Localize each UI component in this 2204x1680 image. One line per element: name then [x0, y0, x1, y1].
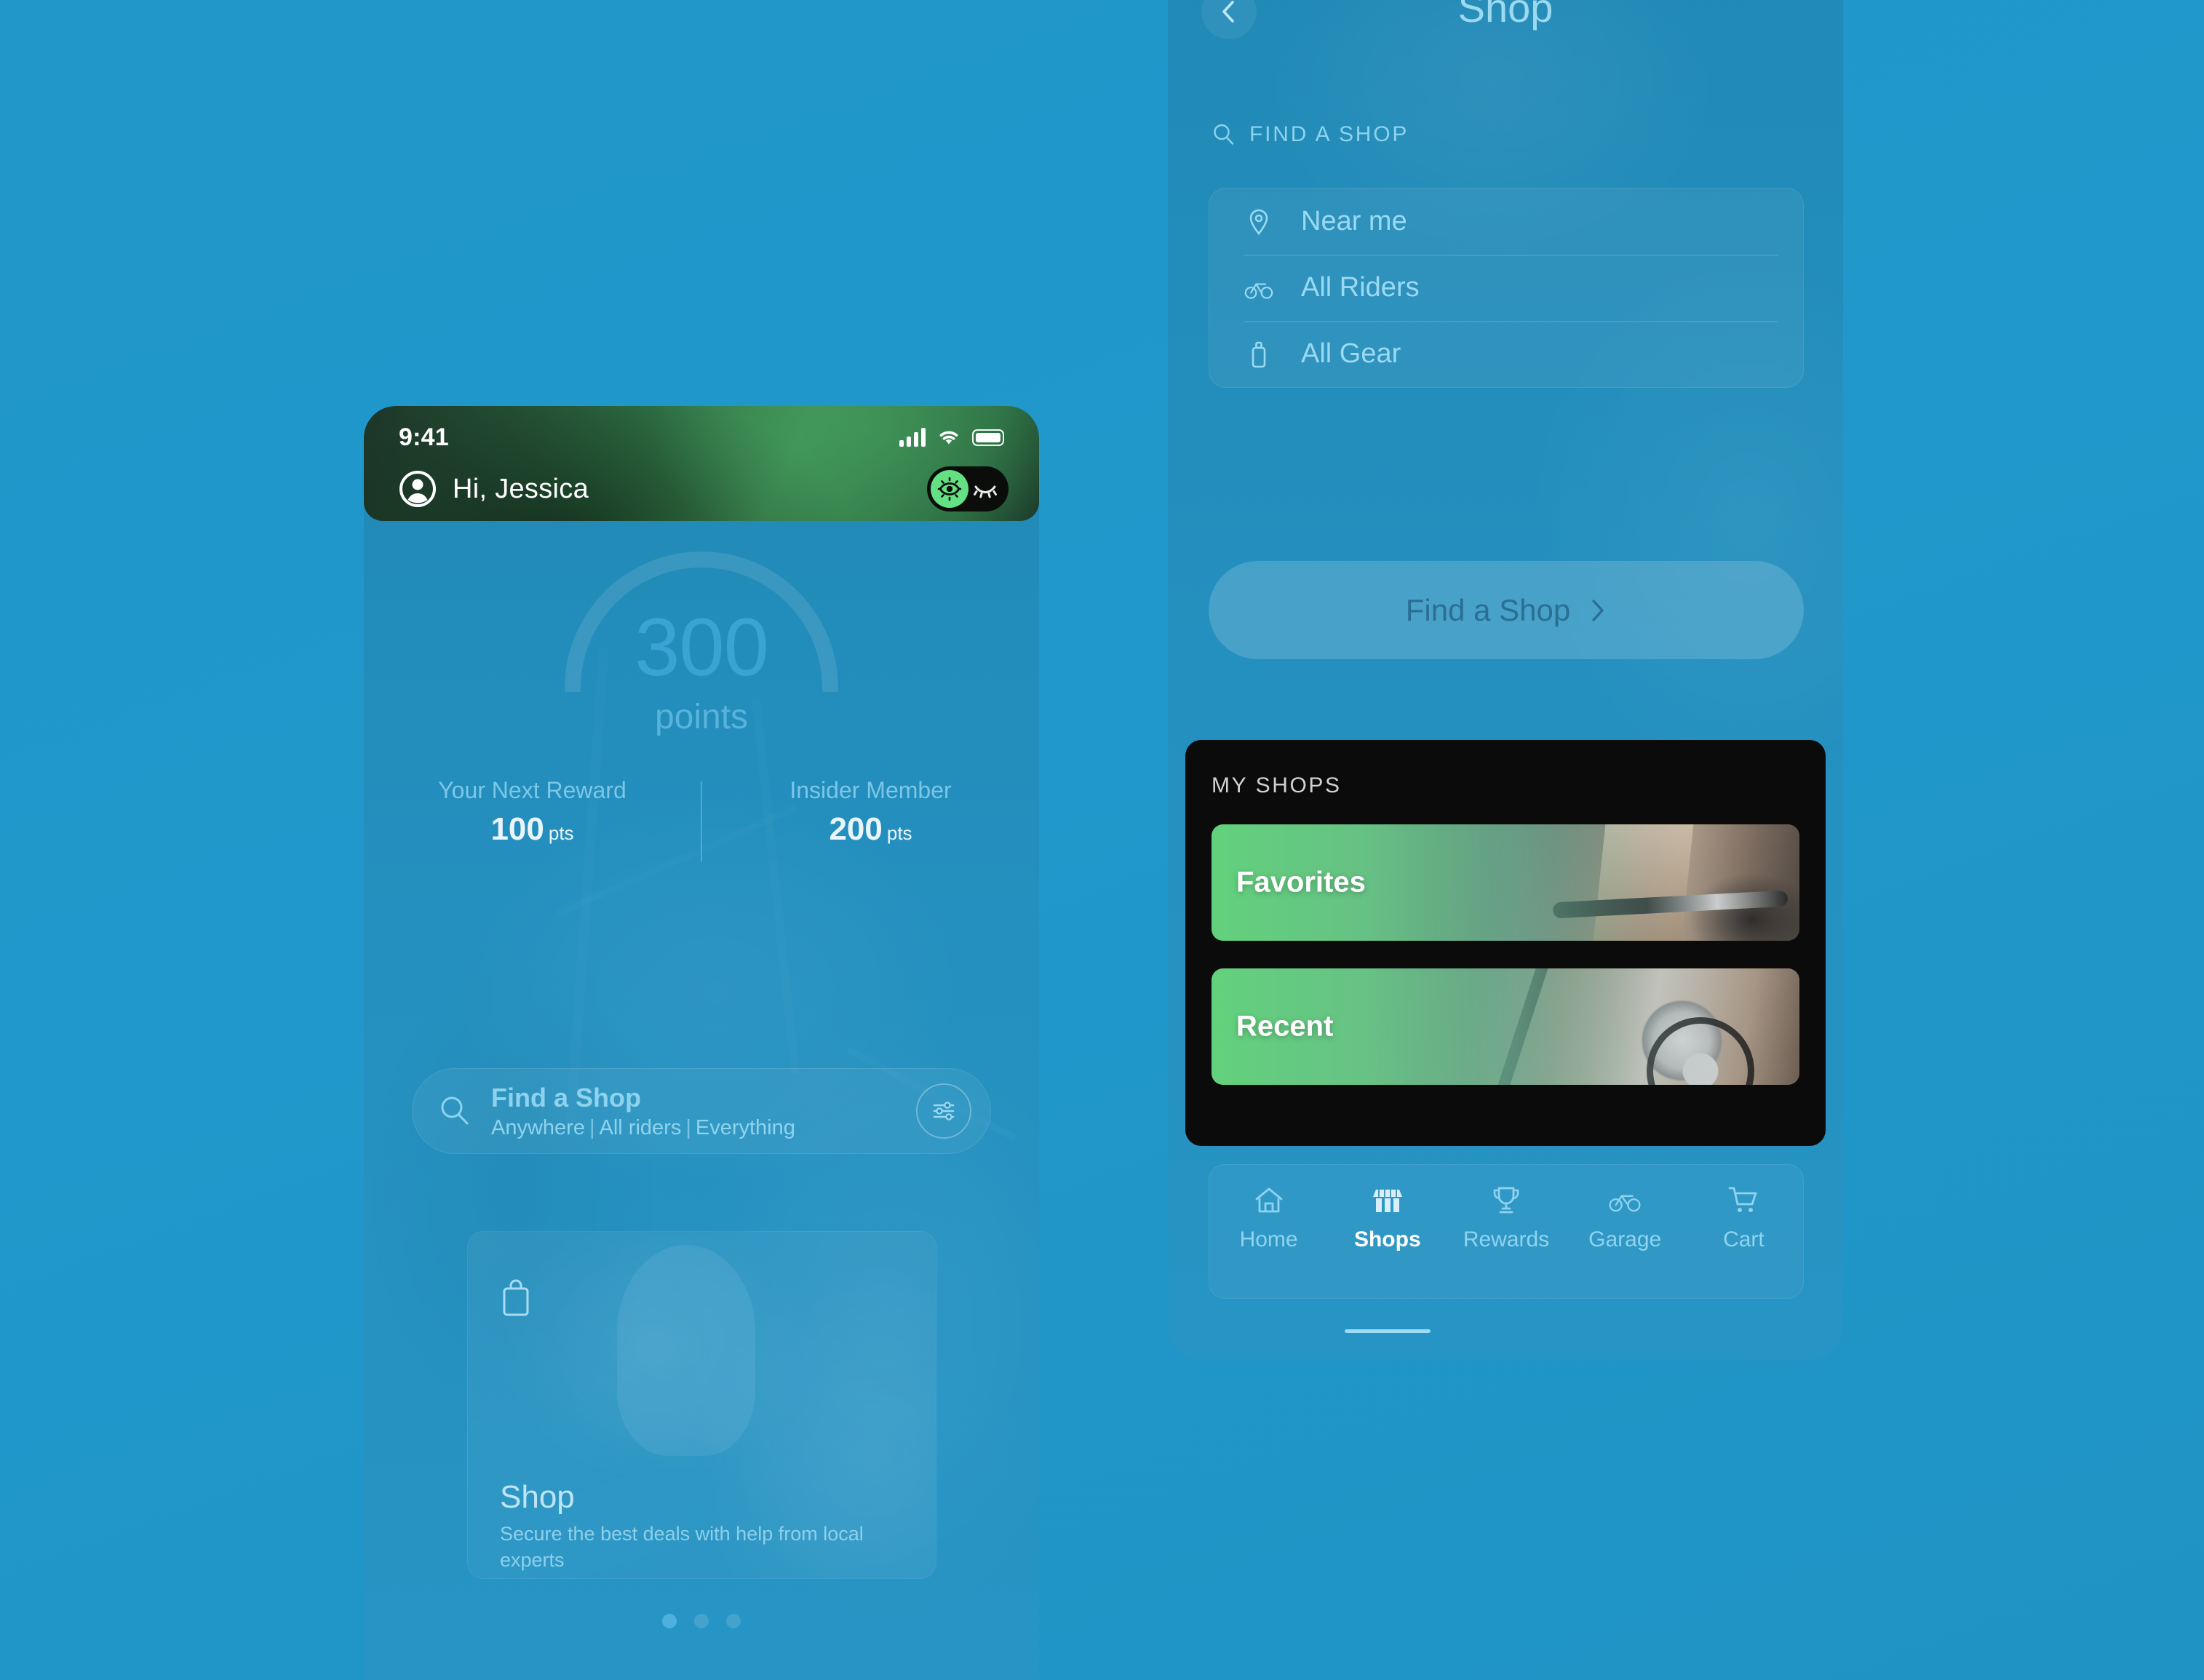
list-item-near-me[interactable]: Near me [1209, 188, 1803, 255]
shop-filter-list: Near me All Riders All Gear [1209, 188, 1804, 388]
my-shops-header: MY SHOPS [1212, 773, 1342, 797]
filter-all-riders: All riders [599, 1115, 682, 1139]
wifi-icon [939, 431, 958, 445]
list-item-label: Near me [1301, 206, 1407, 236]
page-title: Shop [1457, 0, 1553, 31]
tab-label: Shops [1353, 1227, 1421, 1251]
left-greeting-row: Hi, Jessica [364, 457, 1039, 521]
visibility-toggle[interactable] [927, 466, 1008, 511]
stat-unit: pts [548, 822, 574, 844]
gear-bottle-icon [1252, 341, 1266, 367]
battery-icon [972, 429, 1004, 446]
tab-label: Rewards [1463, 1227, 1550, 1251]
stat-unit: pts [886, 822, 912, 844]
bicycle-icon [1609, 1195, 1641, 1212]
shop-card-subtitle: Secure the best deals with help from loc… [500, 1523, 864, 1571]
stat-number: 100 [490, 811, 544, 847]
left-header-bar: 9:41 Hi, Jessica [364, 406, 1039, 521]
my-shops-tile-recent[interactable]: Recent [1212, 968, 1799, 1085]
search-texts: Find a Shop Anywhere | All riders | Everythi… [491, 1083, 795, 1140]
list-item-all-riders[interactable]: All Riders [1209, 255, 1803, 321]
status-bar-icons [899, 428, 1004, 447]
tab-rewards[interactable]: Rewards [1447, 1184, 1565, 1298]
phone-right-shop-screen: Shop FIND A SHOP Near me All Riders All … [1168, 0, 1843, 1361]
avatar-icon[interactable] [399, 470, 437, 508]
storefront-icon [1372, 1190, 1402, 1212]
bicycle-icon [1244, 282, 1273, 299]
favorites-tile-label: Favorites [1236, 866, 1366, 899]
signal-bars-icon [899, 428, 926, 447]
shop-promo-card[interactable]: Shop Secure the best deals with help fro… [467, 1231, 936, 1579]
filter-sep: | [685, 1115, 691, 1139]
find-a-shop-button-label: Find a Shop [1405, 592, 1571, 627]
tab-label: Garage [1588, 1227, 1662, 1251]
pagination-dot-2[interactable] [694, 1614, 709, 1628]
stat-value: 100 pts [490, 811, 573, 848]
shopping-bag-icon [503, 1279, 529, 1316]
stat-number: 200 [829, 811, 883, 847]
status-bar-clock: 9:41 [399, 423, 449, 451]
tab-shops[interactable]: Shops [1328, 1184, 1447, 1298]
stat-insider-member: Insider Member 200 pts [702, 777, 1039, 879]
list-item-label: All Gear [1301, 338, 1401, 369]
shop-card-blob-art [617, 1245, 755, 1456]
list-item-label: All Riders [1301, 272, 1420, 303]
carousel-pagination[interactable] [364, 1614, 1039, 1628]
shopping-cart-icon [1729, 1187, 1757, 1212]
bottom-tab-bar: Home Shops Rewards Garage Cart [1209, 1164, 1804, 1299]
find-a-shop-button[interactable]: Find a Shop [1209, 561, 1804, 659]
home-icon [1255, 1187, 1282, 1213]
find-a-shop-search-bar[interactable]: Find a Shop Anywhere | All riders | Everythi… [412, 1068, 991, 1154]
recent-tile-label: Recent [1236, 1010, 1334, 1043]
chevron-right-icon [1592, 599, 1604, 621]
stat-value: 200 pts [829, 811, 912, 848]
my-shops-tile-favorites[interactable]: Favorites [1212, 824, 1799, 941]
pagination-dot-1[interactable] [662, 1614, 677, 1628]
stat-title: Insider Member [789, 777, 952, 803]
points-stats-row: Your Next Reward 100 pts Insider Member 2… [364, 777, 1039, 879]
filter-sep: | [589, 1115, 595, 1139]
search-filters: Anywhere | All riders | Everything [491, 1116, 795, 1140]
my-shops-panel: MY SHOPS Favorites Recent [1185, 740, 1826, 1146]
find-a-shop-label-text: FIND A SHOP [1249, 122, 1409, 146]
trophy-icon [1493, 1187, 1519, 1214]
tab-label: Home [1239, 1227, 1298, 1251]
tab-label: Cart [1723, 1227, 1765, 1251]
location-pin-icon [1249, 209, 1268, 235]
sliders-icon [933, 1102, 955, 1120]
tab-garage[interactable]: Garage [1566, 1184, 1684, 1298]
filter-anywhere: Anywhere [491, 1115, 585, 1139]
eye-closed-icon[interactable] [973, 477, 998, 501]
points-gauge: 300 points [364, 543, 1039, 790]
toggle-knob[interactable] [931, 470, 968, 508]
filter-everything: Everything [695, 1115, 795, 1139]
stat-next-reward: Your Next Reward 100 pts [364, 777, 701, 879]
points-value: 300 [634, 602, 769, 693]
search-icon [441, 1096, 469, 1125]
screenshot-canvas: 9:41 Hi, Jessica 300 points Your Next Re… [0, 0, 2204, 1680]
phone-left-home-screen: 9:41 Hi, Jessica 300 points Your Next Re… [364, 406, 1039, 1680]
search-icon [1214, 124, 1234, 145]
points-label: points [654, 698, 749, 736]
stat-title: Your Next Reward [438, 777, 626, 803]
shop-card-title: Shop [500, 1479, 575, 1515]
tab-home[interactable]: Home [1209, 1184, 1328, 1298]
search-title: Find a Shop [491, 1082, 641, 1112]
right-title-bar: Shop [1168, 0, 1843, 65]
find-a-shop-section-label: FIND A SHOP [1212, 122, 1409, 147]
greeting-text: Hi, Jessica [453, 473, 589, 504]
list-item-all-gear[interactable]: All Gear [1209, 321, 1803, 387]
eye-open-icon [937, 477, 962, 501]
pagination-dot-3[interactable] [726, 1614, 741, 1628]
filter-button[interactable] [916, 1083, 971, 1139]
tab-cart[interactable]: Cart [1684, 1184, 1803, 1298]
status-bar: 9:41 [364, 406, 1039, 457]
